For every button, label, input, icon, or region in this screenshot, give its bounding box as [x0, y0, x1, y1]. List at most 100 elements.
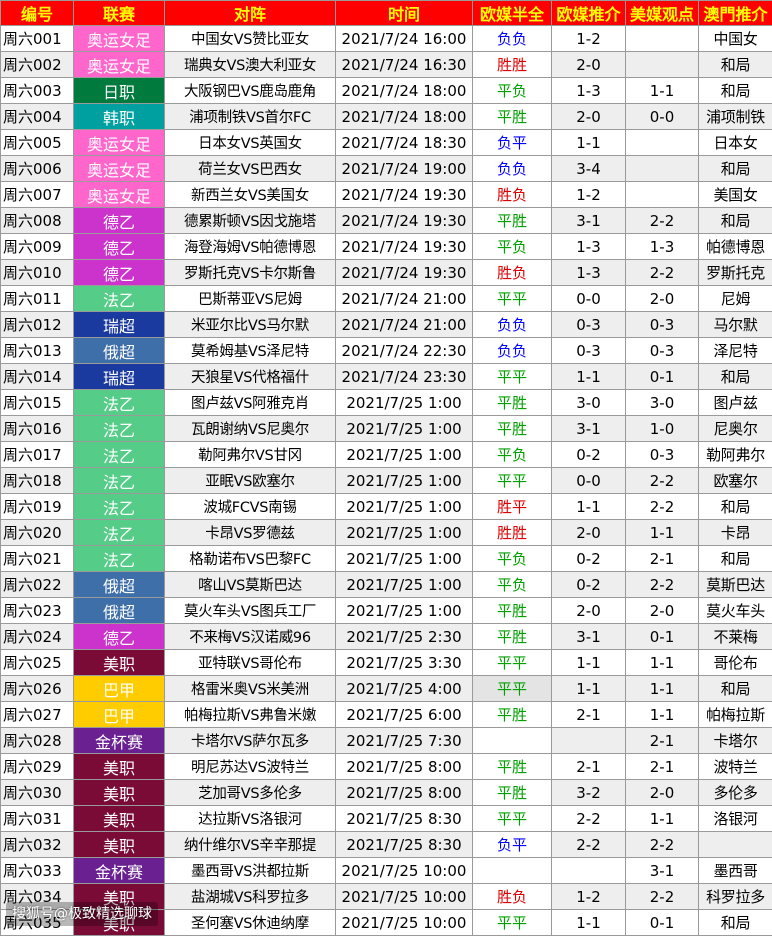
- cell-time: 2021/7/25 2:30: [336, 624, 473, 650]
- cell-us-view: 2-2: [626, 260, 699, 286]
- cell-eu-recommend: 1-2: [552, 182, 626, 208]
- cell-eu-recommend: 1-3: [552, 260, 626, 286]
- cell-us-view: 2-2: [626, 884, 699, 910]
- cell-league: 奥运女足: [74, 182, 165, 208]
- cell-macau-recommend: 和局: [699, 910, 772, 936]
- cell-time: 2021/7/25 1:00: [336, 598, 473, 624]
- table-row: 周六023俄超莫火车头VS图兵工厂2021/7/25 1:00平胜2-02-0莫…: [1, 598, 772, 624]
- cell-eu-recommend: 0-3: [552, 312, 626, 338]
- cell-eu-recommend: 3-1: [552, 208, 626, 234]
- cell-league: 俄超: [74, 572, 165, 598]
- cell-match: 勒阿弗尔VS甘冈: [165, 442, 336, 468]
- cell-us-view: 3-0: [626, 390, 699, 416]
- cell-eu-recommend: 2-0: [552, 104, 626, 130]
- table-row: 周六006奥运女足荷兰女VS巴西女2021/7/24 19:00负负3-4和局: [1, 156, 772, 182]
- table-row: 周六022俄超喀山VS莫斯巴达2021/7/25 1:00平负0-22-2莫斯巴…: [1, 572, 772, 598]
- cell-league: 奥运女足: [74, 52, 165, 78]
- cell-macau-recommend: 尼姆: [699, 286, 772, 312]
- cell-us-view: 0-1: [626, 910, 699, 936]
- cell-eu-recommend: 1-1: [552, 676, 626, 702]
- cell-league: 俄超: [74, 338, 165, 364]
- cell-league: 日职: [74, 78, 165, 104]
- table-row: 周六005奥运女足日本女VS英国女2021/7/24 18:30负平1-1日本女: [1, 130, 772, 156]
- cell-id: 周六002: [1, 52, 74, 78]
- cell-league: 美职: [74, 806, 165, 832]
- cell-match: 达拉斯VS洛银河: [165, 806, 336, 832]
- cell-eu-recommend: 2-0: [552, 598, 626, 624]
- table-row: 周六021法乙格勒诺布VS巴黎FC2021/7/25 1:00平负0-22-1和…: [1, 546, 772, 572]
- cell-match: 大阪钢巴VS鹿岛鹿角: [165, 78, 336, 104]
- cell-league: 法乙: [74, 286, 165, 312]
- cell-us-view: [626, 182, 699, 208]
- cell-id: 周六025: [1, 650, 74, 676]
- cell-id: 周六012: [1, 312, 74, 338]
- cell-match: 瑞典女VS澳大利亚女: [165, 52, 336, 78]
- cell-match: 卡塔尔VS萨尔瓦多: [165, 728, 336, 754]
- cell-eu-recommend: 1-2: [552, 26, 626, 52]
- cell-time: 2021/7/25 3:30: [336, 650, 473, 676]
- cell-eu-halffull: 平胜: [473, 780, 552, 806]
- cell-eu-halffull: 平胜: [473, 754, 552, 780]
- cell-eu-recommend: 2-1: [552, 754, 626, 780]
- cell-eu-recommend: 1-1: [552, 494, 626, 520]
- cell-macau-recommend: 不莱梅: [699, 624, 772, 650]
- cell-macau-recommend: 墨西哥: [699, 858, 772, 884]
- cell-macau-recommend: 哥伦布: [699, 650, 772, 676]
- cell-time: 2021/7/25 6:00: [336, 702, 473, 728]
- cell-id: 周六009: [1, 234, 74, 260]
- cell-id: 周六030: [1, 780, 74, 806]
- table-row: 周六013俄超莫希姆基VS泽尼特2021/7/24 22:30负负0-30-3泽…: [1, 338, 772, 364]
- cell-us-view: 3-1: [626, 858, 699, 884]
- cell-time: 2021/7/25 10:00: [336, 858, 473, 884]
- cell-time: 2021/7/25 1:00: [336, 442, 473, 468]
- cell-match: 亚眠VS欧塞尔: [165, 468, 336, 494]
- cell-time: 2021/7/25 1:00: [336, 390, 473, 416]
- cell-eu-recommend: 1-1: [552, 650, 626, 676]
- cell-macau-recommend: 美国女: [699, 182, 772, 208]
- cell-us-view: 1-1: [626, 78, 699, 104]
- cell-eu-recommend: 0-2: [552, 546, 626, 572]
- watermark: 搜狐号@极致精选聊球: [6, 902, 158, 926]
- header-id: 编号: [1, 1, 74, 26]
- cell-eu-halffull: [473, 728, 552, 754]
- cell-macau-recommend: 和局: [699, 52, 772, 78]
- cell-eu-recommend: 1-1: [552, 130, 626, 156]
- cell-macau-recommend: 马尔默: [699, 312, 772, 338]
- cell-macau-recommend: 和局: [699, 208, 772, 234]
- cell-eu-halffull: 胜平: [473, 494, 552, 520]
- cell-us-view: 0-3: [626, 312, 699, 338]
- cell-eu-recommend: 1-3: [552, 78, 626, 104]
- cell-time: 2021/7/24 23:30: [336, 364, 473, 390]
- cell-macau-recommend: 多伦多: [699, 780, 772, 806]
- table-row: 周六004韩职浦项制铁VS首尔FC2021/7/24 18:00平胜2-00-0…: [1, 104, 772, 130]
- cell-id: 周六029: [1, 754, 74, 780]
- header-time: 时间: [336, 1, 473, 26]
- cell-league: 巴甲: [74, 702, 165, 728]
- cell-macau-recommend: 波特兰: [699, 754, 772, 780]
- cell-macau-recommend: 帕德博恩: [699, 234, 772, 260]
- cell-match: 瓦朗谢纳VS尼奥尔: [165, 416, 336, 442]
- cell-match: 米亚尔比VS马尔默: [165, 312, 336, 338]
- cell-id: 周六022: [1, 572, 74, 598]
- cell-macau-recommend: 莫火车头: [699, 598, 772, 624]
- cell-macau-recommend: 和局: [699, 546, 772, 572]
- cell-us-view: [626, 130, 699, 156]
- cell-us-view: 2-1: [626, 754, 699, 780]
- table-row: 周六015法乙图卢兹VS阿雅克肖2021/7/25 1:00平胜3-03-0图卢…: [1, 390, 772, 416]
- cell-id: 周六028: [1, 728, 74, 754]
- cell-match: 图卢兹VS阿雅克肖: [165, 390, 336, 416]
- cell-time: 2021/7/25 10:00: [336, 910, 473, 936]
- cell-eu-recommend: [552, 728, 626, 754]
- cell-time: 2021/7/24 19:30: [336, 260, 473, 286]
- table-row: 周六032美职纳什维尔VS辛辛那提2021/7/25 8:30负平2-22-2: [1, 832, 772, 858]
- table-row: 周六029美职明尼苏达VS波特兰2021/7/25 8:00平胜2-12-1波特…: [1, 754, 772, 780]
- table-row: 周六016法乙瓦朗谢纳VS尼奥尔2021/7/25 1:00平胜3-11-0尼奥…: [1, 416, 772, 442]
- cell-macau-recommend: 泽尼特: [699, 338, 772, 364]
- cell-match: 中国女VS赞比亚女: [165, 26, 336, 52]
- cell-eu-recommend: 3-1: [552, 416, 626, 442]
- cell-league: 金杯赛: [74, 858, 165, 884]
- cell-macau-recommend: 和局: [699, 676, 772, 702]
- cell-eu-halffull: 胜负: [473, 884, 552, 910]
- cell-us-view: 0-1: [626, 364, 699, 390]
- cell-match: 喀山VS莫斯巴达: [165, 572, 336, 598]
